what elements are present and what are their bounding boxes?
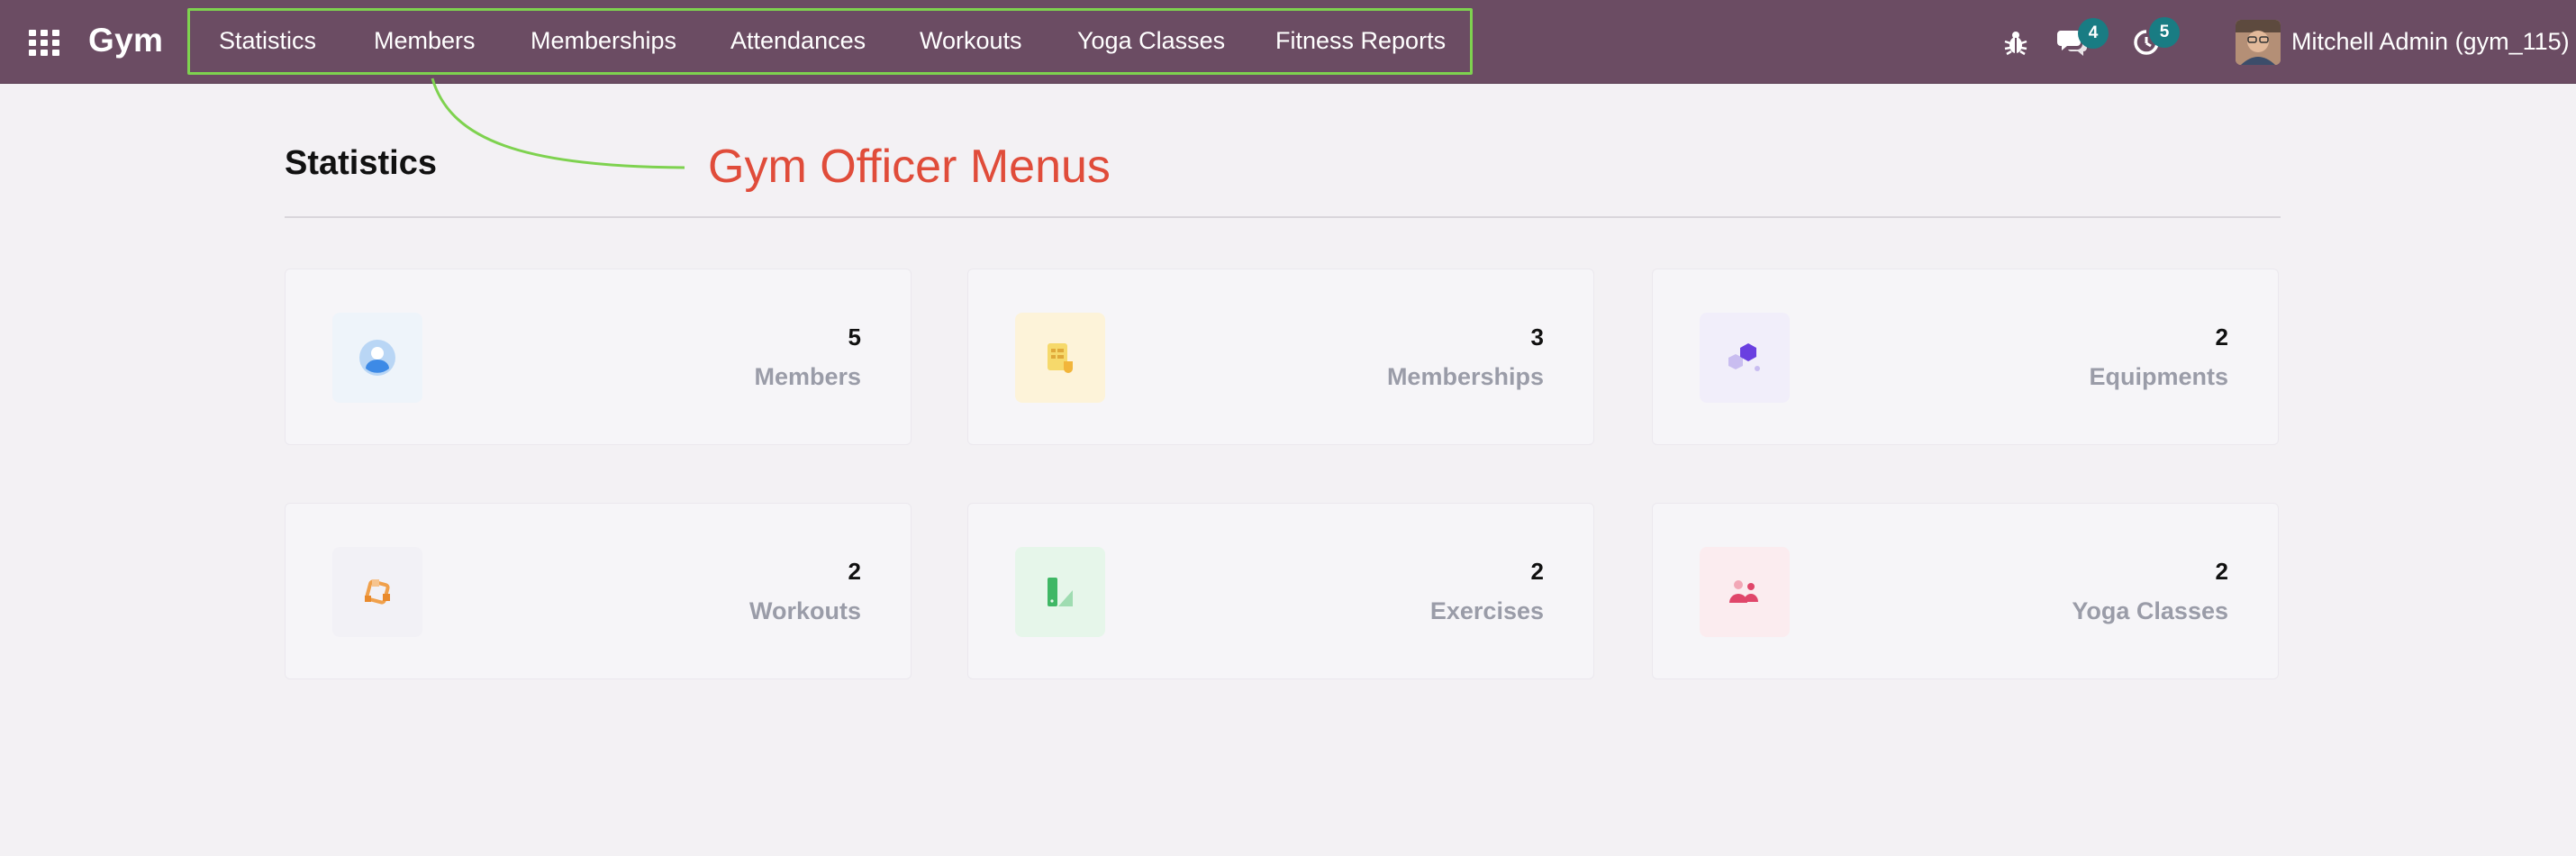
- workout-icon: [332, 547, 422, 637]
- activities-badge: 5: [2149, 17, 2180, 48]
- menu-members[interactable]: Members: [374, 27, 476, 55]
- card-count: 2: [2215, 323, 2228, 351]
- menu-workouts[interactable]: Workouts: [920, 27, 1022, 55]
- card-count: 2: [1530, 558, 1544, 585]
- membership-icon: [1015, 313, 1105, 403]
- stat-card-exercises[interactable]: 2 Exercises: [967, 503, 1594, 679]
- card-count: 2: [2215, 558, 2228, 585]
- page-title: Statistics: [285, 144, 437, 182]
- card-label: Exercises: [1429, 597, 1544, 624]
- avatar[interactable]: [2236, 20, 2281, 65]
- stat-card-members[interactable]: 5 Members: [285, 269, 912, 445]
- stat-card-memberships[interactable]: 3 Memberships: [967, 269, 1594, 445]
- annotation-label: Gym Officer Menus: [708, 141, 1111, 193]
- apps-grid-icon[interactable]: [29, 30, 59, 56]
- menu-memberships[interactable]: Memberships: [531, 27, 676, 55]
- stat-card-equipments[interactable]: 2 Equipments: [1652, 269, 2279, 445]
- card-label: Equipments: [2089, 363, 2228, 390]
- title-divider: [285, 216, 2281, 218]
- card-count: 3: [1530, 323, 1544, 351]
- equipment-icon: [1700, 313, 1790, 403]
- app-brand[interactable]: Gym: [88, 22, 163, 59]
- card-label: Memberships: [1386, 363, 1544, 390]
- card-label: Yoga Classes: [2072, 597, 2228, 624]
- messages-badge: 4: [2078, 18, 2109, 49]
- stat-card-workouts[interactable]: 2 Workouts: [285, 503, 912, 679]
- exercise-icon: [1015, 547, 1105, 637]
- user-menu[interactable]: Mitchell Admin (gym_115): [2291, 28, 2570, 56]
- member-icon: [332, 313, 422, 403]
- menu-yoga-classes[interactable]: Yoga Classes: [1077, 27, 1225, 55]
- stat-card-yoga-classes[interactable]: 2 Yoga Classes: [1652, 503, 2279, 679]
- yoga-icon: [1700, 547, 1790, 637]
- card-label: Workouts: [748, 597, 861, 624]
- annotation-connector: [431, 77, 685, 169]
- menu-attendances[interactable]: Attendances: [730, 27, 866, 55]
- bug-icon[interactable]: [2003, 29, 2028, 56]
- card-label: Members: [754, 363, 861, 390]
- card-count: 2: [848, 558, 861, 585]
- top-navbar: Gym Statistics Members Memberships Atten…: [0, 0, 2576, 84]
- menu-fitness-reports[interactable]: Fitness Reports: [1275, 27, 1446, 55]
- card-count: 5: [848, 323, 861, 351]
- menu-statistics[interactable]: Statistics: [219, 27, 316, 55]
